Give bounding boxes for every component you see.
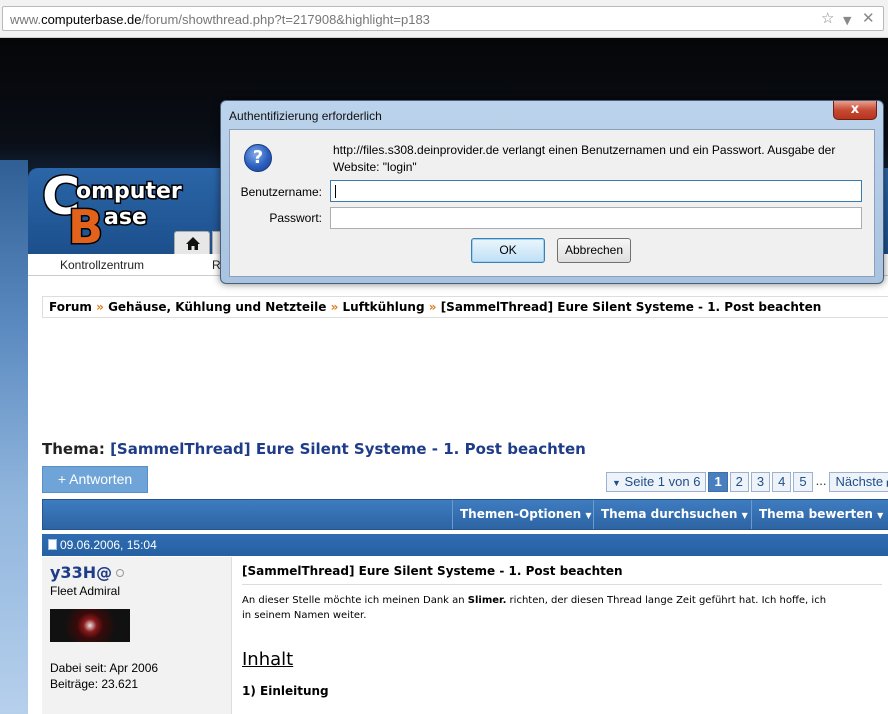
address-bar[interactable]: www.computerbase.de/forum/showthread.php… bbox=[2, 6, 884, 31]
url-text: www.computerbase.de/forum/showthread.php… bbox=[10, 12, 430, 27]
page-2[interactable]: 2 bbox=[729, 472, 749, 492]
user-avatar[interactable] bbox=[50, 609, 130, 642]
post-heading-inhalt: Inhalt bbox=[242, 649, 294, 670]
breadcrumb-luftkuehlung[interactable]: Luftkühlung bbox=[343, 300, 425, 314]
dialog-close-button[interactable]: x bbox=[833, 101, 877, 120]
post-section-einleitung: 1) Einleitung bbox=[242, 684, 329, 698]
rate-thread-menu[interactable]: Thema bewerten ▼ bbox=[751, 500, 888, 529]
user-post-count: Beiträge: 23.621 bbox=[50, 677, 139, 691]
thread-options-bar: Themen-Optionen ▼ Thema durchsuchen ▼ Th… bbox=[42, 499, 888, 530]
thread-title: Thema: [SammelThread] Eure Silent System… bbox=[42, 440, 586, 458]
post-text: An dieser Stelle möchte ich meinen Dank … bbox=[242, 595, 827, 621]
offline-status-icon bbox=[116, 569, 124, 577]
auth-dialog: Authentifizierung erforderlich x ? http:… bbox=[220, 100, 884, 284]
breadcrumb-forum[interactable]: Forum bbox=[49, 300, 92, 314]
page-3[interactable]: 3 bbox=[750, 472, 771, 492]
username[interactable]: y33H@ bbox=[50, 563, 112, 582]
computerbase-logo[interactable]: C omputer B ase bbox=[40, 158, 190, 249]
thread-options-menu[interactable]: Themen-Optionen ▼ bbox=[452, 500, 599, 529]
pagination: ▼ Seite 1 von 612345...Nächste ▶ bbox=[606, 472, 888, 492]
page-4[interactable]: 4 bbox=[772, 472, 792, 492]
username-label: Benutzername: bbox=[240, 185, 322, 199]
breadcrumb: Forum » Gehäuse, Kühlung und Netzteile »… bbox=[42, 296, 888, 318]
question-icon: ? bbox=[244, 144, 272, 172]
breadcrumb-separator: » bbox=[96, 300, 104, 314]
post-icon bbox=[48, 539, 57, 550]
post-date-bar: 09.06.2006, 15:04 bbox=[42, 534, 888, 556]
page-side-background bbox=[0, 160, 28, 714]
nav-kontrollzentrum[interactable]: Kontrollzentrum bbox=[60, 258, 144, 272]
mention-slimer[interactable]: Slimer. bbox=[468, 595, 507, 606]
post-date: 09.06.2006, 15:04 bbox=[60, 538, 157, 552]
page-5[interactable]: 5 bbox=[793, 472, 813, 492]
chevron-down-icon: ▼ bbox=[877, 511, 884, 520]
breadcrumb-gehaeuse[interactable]: Gehäuse, Kühlung und Netzteile bbox=[108, 300, 326, 314]
username-input[interactable] bbox=[330, 180, 862, 202]
dialog-title: Authentifizierung erforderlich bbox=[229, 109, 382, 123]
dialog-body: ? http://files.s308.deinprovider.de verl… bbox=[229, 129, 875, 277]
thread-title-label: Thema: bbox=[42, 440, 105, 458]
user-info-panel: y33H@ Fleet Admiral Dabei seit: Apr 2006… bbox=[42, 557, 232, 714]
thread-title-link[interactable]: [SammelThread] Eure Silent Systeme - 1. … bbox=[110, 440, 586, 458]
svg-text:B: B bbox=[68, 200, 103, 248]
chevron-down-icon: ▼ bbox=[741, 511, 748, 520]
password-label: Passwort: bbox=[269, 211, 322, 225]
post-body: [SammelThread] Eure Silent Systeme - 1. … bbox=[242, 564, 888, 714]
home-tab[interactable] bbox=[174, 231, 210, 255]
user-join-date: Dabei seit: Apr 2006 bbox=[50, 661, 159, 675]
text-caret bbox=[335, 185, 336, 198]
page-1[interactable]: 1 bbox=[708, 472, 728, 492]
dropdown-arrow-icon[interactable]: ▼ bbox=[843, 12, 851, 29]
home-icon bbox=[186, 237, 200, 250]
dropdown-arrow-icon: ▼ bbox=[612, 478, 621, 488]
breadcrumb-separator: » bbox=[428, 300, 437, 314]
browser-toolbar: www.computerbase.de/forum/showthread.php… bbox=[0, 0, 888, 38]
close-icon[interactable]: ✕ bbox=[862, 10, 875, 27]
cancel-button[interactable]: Abbrechen bbox=[557, 238, 631, 263]
breadcrumb-current-thread[interactable]: [SammelThread] Eure Silent Systeme - 1. … bbox=[441, 300, 822, 314]
search-thread-menu[interactable]: Thema durchsuchen ▼ bbox=[593, 500, 755, 529]
star-icon[interactable]: ☆ bbox=[821, 10, 834, 27]
forum-content: Forum » Gehäuse, Kühlung und Netzteile »… bbox=[28, 276, 888, 714]
user-title: Fleet Admiral bbox=[50, 584, 121, 598]
dialog-message: http://files.s308.deinprovider.de verlan… bbox=[333, 143, 836, 174]
next-page-button[interactable]: Nächste ▶ bbox=[829, 472, 888, 492]
reply-button[interactable]: + Antworten bbox=[42, 466, 148, 493]
breadcrumb-separator: » bbox=[330, 300, 339, 314]
post-title: [SammelThread] Eure Silent Systeme - 1. … bbox=[242, 564, 882, 585]
page-dots: ... bbox=[815, 473, 827, 488]
chevron-down-icon: ▼ bbox=[585, 511, 592, 520]
svg-text:ase: ase bbox=[104, 205, 147, 230]
password-input[interactable] bbox=[330, 207, 862, 229]
ok-button[interactable]: OK bbox=[471, 238, 545, 263]
page-summary[interactable]: ▼ Seite 1 von 6 bbox=[606, 472, 707, 492]
